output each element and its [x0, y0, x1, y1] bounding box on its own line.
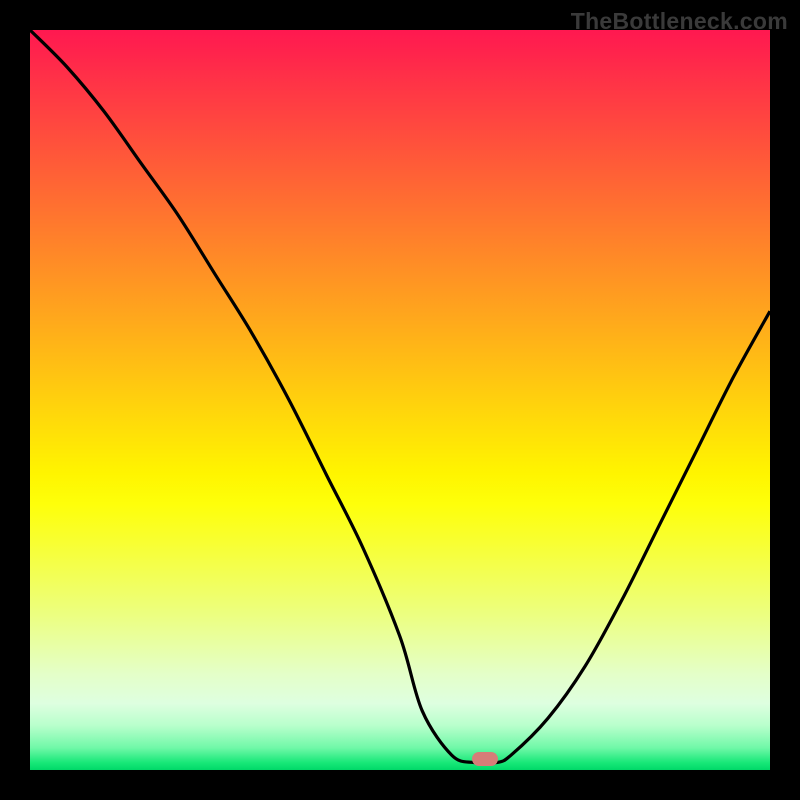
bottleneck-curve-svg: [30, 30, 770, 770]
optimal-marker: [472, 752, 498, 766]
bottleneck-curve-path: [30, 30, 770, 764]
watermark-text: TheBottleneck.com: [571, 8, 788, 35]
chart-frame: TheBottleneck.com: [0, 0, 800, 800]
